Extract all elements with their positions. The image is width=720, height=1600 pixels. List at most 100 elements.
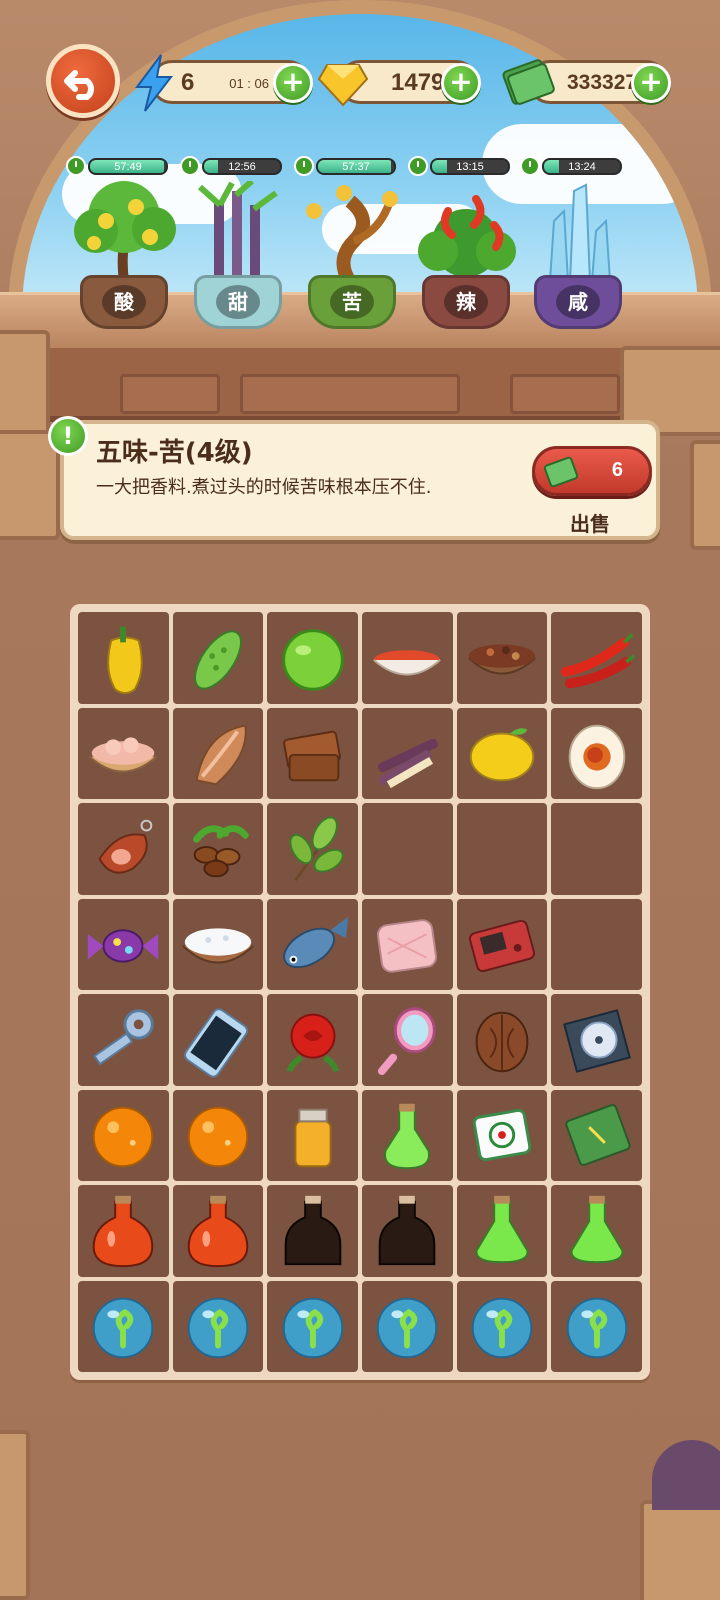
board-cell[interactable]	[361, 1280, 453, 1372]
board-cell[interactable]	[551, 1185, 642, 1277]
board-cell[interactable]	[267, 994, 358, 1086]
clock-icon	[66, 156, 86, 176]
lightning-icon	[135, 54, 174, 112]
empty-board-cell[interactable]	[551, 803, 642, 895]
board-cell[interactable]	[172, 898, 264, 990]
tea-leaves-icon	[289, 816, 344, 881]
board-cell[interactable]	[78, 707, 169, 799]
board-cell[interactable]	[78, 994, 169, 1086]
board-cell[interactable]	[361, 898, 453, 990]
ham-leg-icon	[98, 819, 153, 874]
board-cell[interactable]	[456, 1280, 548, 1372]
board-cell[interactable]	[551, 1280, 642, 1372]
honey-jar-icon	[294, 1108, 332, 1168]
red-chilies-icon	[560, 632, 635, 689]
board-cell[interactable]	[456, 612, 548, 704]
plant-timer: 13:15	[408, 155, 512, 177]
board-cell[interactable]	[361, 994, 453, 1086]
board-cell[interactable]	[172, 1089, 264, 1181]
add-gems-button[interactable]: +	[441, 63, 481, 103]
board-cell[interactable]	[267, 1089, 358, 1181]
board-cell[interactable]	[78, 803, 169, 895]
timer-progress-bar: 57:49	[88, 158, 168, 175]
board-cell[interactable]	[267, 707, 358, 799]
board-cell[interactable]	[267, 1280, 358, 1372]
board-cell[interactable]	[456, 994, 548, 1086]
cash-counter: 333327 +	[502, 59, 671, 105]
timer-text: 57:37	[342, 161, 370, 173]
key-icon	[93, 1008, 155, 1066]
board-cell[interactable]	[361, 1185, 453, 1277]
orange-gem-icon	[187, 1106, 249, 1168]
plant-timer: 13:24	[520, 155, 624, 177]
board-cell[interactable]	[551, 707, 642, 799]
rose-icon	[286, 1013, 339, 1072]
plant-bitter-tree[interactable]: 57:37 苦	[294, 155, 410, 335]
board-cell[interactable]	[78, 1089, 169, 1181]
plant-salt-crystal[interactable]: 13:24 咸	[520, 155, 636, 335]
coffee-beans-icon	[193, 824, 249, 878]
chili-powder-bowl-icon	[373, 649, 442, 676]
board-cell[interactable]	[267, 898, 358, 990]
board-cell[interactable]	[267, 803, 358, 895]
board-cell[interactable]	[172, 803, 264, 895]
board-cell[interactable]	[78, 1280, 169, 1372]
empty-board-cell[interactable]	[361, 803, 453, 895]
board-cell[interactable]	[456, 1089, 548, 1181]
brown-sugar-block-icon	[282, 730, 341, 782]
board-cell[interactable]	[78, 1185, 169, 1277]
board-cell[interactable]	[78, 898, 169, 990]
board-cell[interactable]	[361, 1089, 453, 1181]
empty-board-cell[interactable]	[456, 803, 548, 895]
board-cell[interactable]	[172, 994, 264, 1086]
board-cell[interactable]	[551, 612, 642, 704]
board-cell[interactable]	[172, 1280, 264, 1372]
fish-icon	[282, 916, 348, 969]
gem-value: 1479	[391, 69, 445, 96]
board-cell[interactable]	[456, 707, 548, 799]
item-title: 五味-苦(4级)	[96, 438, 253, 468]
timer-text: 13:24	[568, 161, 596, 173]
timer-progress-bar: 13:15	[430, 158, 510, 175]
board-cell[interactable]	[267, 1185, 358, 1277]
lemon-icon	[469, 728, 535, 782]
empty-board-cell[interactable]	[551, 898, 642, 990]
board-cell[interactable]	[172, 707, 264, 799]
board-cell[interactable]	[456, 1185, 548, 1277]
board-cell[interactable]	[172, 1185, 264, 1277]
sprout-bubble-icon	[566, 1297, 627, 1359]
smartphone-icon	[184, 1008, 249, 1078]
plant-sugarcane[interactable]: 12:56 甜	[180, 155, 296, 335]
shelf-front	[30, 348, 690, 422]
board-cell[interactable]	[78, 612, 169, 704]
game-console-icon	[468, 920, 535, 973]
board-cell[interactable]	[172, 612, 264, 704]
clock-icon	[408, 156, 428, 176]
sell-button[interactable]: 6	[532, 446, 652, 496]
info-exclamation-icon: !	[48, 416, 88, 456]
board-cell[interactable]	[361, 612, 453, 704]
bitter-melon-icon	[194, 630, 242, 690]
lemon-tree-icon	[74, 181, 176, 282]
board-cell[interactable]	[551, 994, 642, 1086]
energy-counter: 6 01 : 06 +	[135, 54, 313, 112]
board-cell[interactable]	[456, 898, 548, 990]
board-cell[interactable]	[551, 1089, 642, 1181]
plant-pot: 苦	[308, 275, 396, 329]
red-potion-icon	[93, 1195, 154, 1267]
item-description: 一大把香料.煮过头的时候苦味根本压不住.	[96, 477, 432, 498]
plant-chili-plant[interactable]: 13:15 辣	[408, 155, 524, 335]
timer-text: 13:15	[456, 161, 484, 173]
add-energy-button[interactable]: +	[273, 63, 313, 103]
cd-case-icon	[562, 1008, 631, 1073]
cash-icon	[543, 456, 579, 488]
back-button[interactable]	[46, 44, 120, 118]
gem-counter: 1479 +	[317, 60, 481, 107]
plant-lemon-tree[interactable]: 57:49 酸	[66, 155, 182, 335]
board-cell[interactable]	[361, 707, 453, 799]
board-cell[interactable]	[267, 612, 358, 704]
hand-mirror-icon	[378, 1007, 437, 1075]
add-cash-button[interactable]: +	[631, 63, 671, 103]
clock-icon	[180, 156, 200, 176]
salt-bowl-icon	[182, 928, 254, 964]
